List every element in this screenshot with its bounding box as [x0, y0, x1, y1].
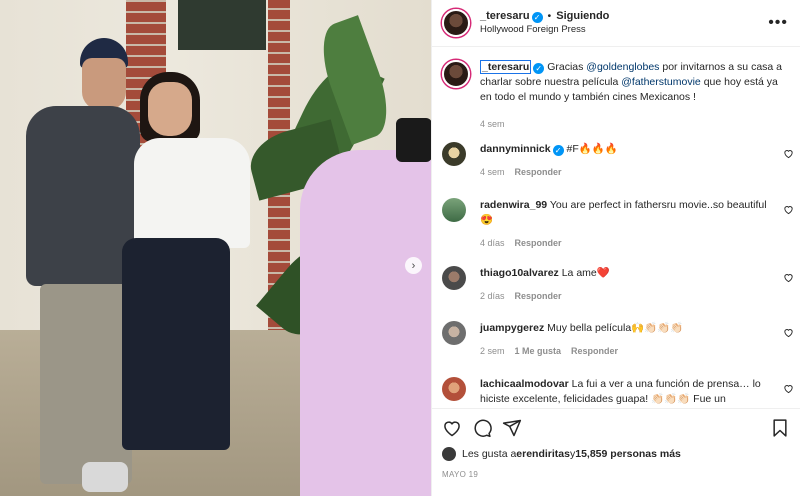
comment-body: dannyminnick ✓ #F🔥🔥🔥 4 sem Responder: [480, 142, 794, 180]
verified-icon: ✓: [531, 12, 543, 23]
comment-item: dannyminnick ✓ #F🔥🔥🔥 4 sem Responder: [442, 142, 794, 180]
caption-text: Gracias: [547, 61, 587, 73]
comment-time[interactable]: 2 días: [480, 291, 505, 301]
post-header: _teresaru ✓ • Siguiendo Hollywood Foreign P…: [432, 0, 800, 47]
comment-item: lachicaalmodovar La fui a ver a una func…: [442, 377, 794, 407]
reply-button[interactable]: Responder: [515, 167, 562, 177]
comment-username[interactable]: lachicaalmodovar: [480, 378, 569, 390]
comment-avatar[interactable]: [442, 142, 466, 166]
reply-button[interactable]: Responder: [515, 238, 562, 248]
caption-mention-goldenglobes[interactable]: @goldenglobes: [586, 61, 659, 73]
comment-like-heart-icon[interactable]: [783, 327, 794, 338]
bookmark-icon[interactable]: [770, 418, 790, 438]
likes-prefix: Les gusta a: [462, 448, 517, 460]
likes-count[interactable]: 15,859 personas más: [575, 448, 681, 460]
comment-text: #F🔥🔥🔥: [566, 143, 619, 155]
comment-avatar[interactable]: [442, 377, 466, 401]
author-avatar[interactable]: [442, 9, 470, 37]
verified-icon: ✓: [533, 63, 545, 74]
caption-avatar[interactable]: [442, 60, 470, 88]
liker-avatar[interactable]: [442, 447, 456, 461]
photo-photographer: [300, 150, 431, 496]
comments-list[interactable]: _teresaru ✓ Gracias @goldenglobes por inv…: [432, 48, 800, 408]
comment-time[interactable]: 2 sem: [480, 346, 505, 356]
comment-like-heart-icon[interactable]: [783, 148, 794, 159]
comment-time[interactable]: 4 días: [480, 238, 505, 248]
caption: _teresaru ✓ Gracias @goldenglobes por inv…: [442, 60, 794, 132]
comment-username[interactable]: radenwira_99: [480, 199, 547, 211]
comment-item: juampygerez Muy bella película🙌👏🏻👏🏻👏🏻 2 …: [442, 321, 794, 359]
post-details-panel: _teresaru ✓ • Siguiendo Hollywood Foreign P…: [431, 0, 800, 496]
post-header-meta: _teresaru ✓ • Siguiendo Hollywood Foreign P…: [480, 9, 609, 37]
carousel-next-button[interactable]: ›: [405, 257, 422, 274]
chevron-right-icon: ›: [411, 259, 416, 272]
comment-avatar[interactable]: [442, 266, 466, 290]
post-location[interactable]: Hollywood Foreign Press: [480, 23, 609, 37]
comment-item: thiago10alvarez La ame❤️ 2 días Responder: [442, 266, 794, 304]
caption-username[interactable]: _teresaru: [480, 60, 532, 74]
comment-like-heart-icon[interactable]: [783, 383, 794, 394]
comment-text: Muy bella película🙌👏🏻👏🏻👏🏻: [547, 322, 684, 334]
comment-item: radenwira_99 You are perfect in fathersr…: [442, 198, 794, 251]
comment-avatar[interactable]: [442, 198, 466, 222]
comment-like-heart-icon[interactable]: [783, 272, 794, 283]
comment-username[interactable]: juampygerez: [480, 322, 544, 334]
separator-dot: •: [547, 10, 552, 22]
caption-mention-fatherstumovie[interactable]: @fatherstumovie: [621, 76, 701, 88]
action-icons: [442, 409, 790, 447]
comment-username[interactable]: dannyminnick: [480, 143, 551, 155]
comment-icon[interactable]: [472, 418, 492, 438]
comment-body: radenwira_99 You are perfect in fathersr…: [480, 198, 794, 251]
photo-camera: [396, 118, 431, 162]
caption-body: _teresaru ✓ Gracias @goldenglobes por inv…: [480, 60, 794, 132]
more-icon[interactable]: •••: [768, 14, 788, 32]
comment-time[interactable]: 4 sem: [480, 167, 505, 177]
reply-button[interactable]: Responder: [515, 291, 562, 301]
reply-button[interactable]: Responder: [571, 346, 618, 356]
comment-avatar[interactable]: [442, 321, 466, 345]
liker-username[interactable]: erendiritas: [516, 448, 570, 460]
verified-icon: ✓: [552, 145, 564, 156]
share-icon[interactable]: [502, 418, 522, 438]
heart-icon[interactable]: [442, 418, 462, 438]
comment-likes-count[interactable]: 1 Me gusta: [515, 346, 562, 356]
caption-time[interactable]: 4 sem: [480, 119, 505, 129]
author-username[interactable]: _teresaru: [480, 10, 530, 22]
post-photo[interactable]: ›: [0, 0, 431, 496]
likes-summary: Les gusta a erendiritas y 15,859 persona…: [442, 447, 790, 461]
photo-window: [178, 0, 266, 50]
post-actions: Les gusta a erendiritas y 15,859 persona…: [432, 408, 800, 496]
comment-text: La ame❤️: [561, 267, 610, 279]
comment-like-heart-icon[interactable]: [783, 204, 794, 215]
post-date[interactable]: MAYO 19: [442, 470, 790, 479]
comment-body: juampygerez Muy bella película🙌👏🏻👏🏻👏🏻 2 …: [480, 321, 794, 359]
comment-username[interactable]: thiago10alvarez: [480, 267, 559, 279]
comment-body: thiago10alvarez La ame❤️ 2 días Responder: [480, 266, 794, 304]
comment-body: lachicaalmodovar La fui a ver a una func…: [480, 377, 794, 407]
following-button[interactable]: Siguiendo: [556, 10, 609, 22]
